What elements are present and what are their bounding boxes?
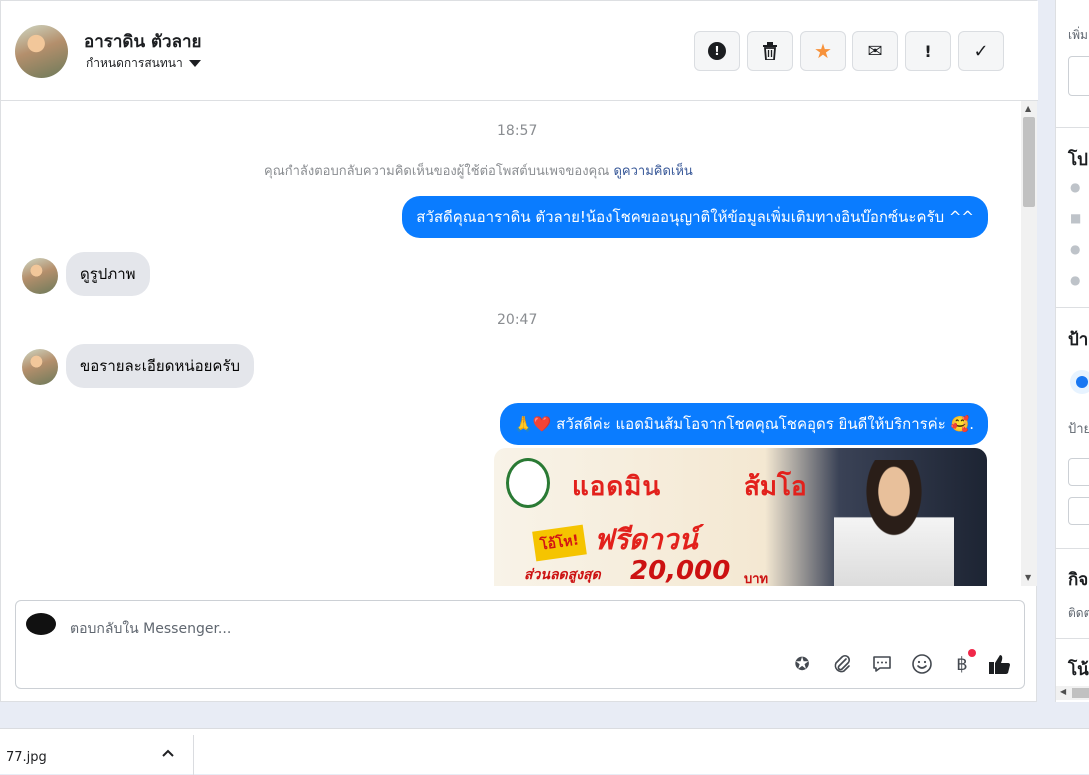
label-text: ป้าย (1068, 422, 1089, 437)
section-heading: กิจ (1068, 570, 1089, 590)
delete-button[interactable] (747, 31, 793, 71)
panel-horizontal-scrollbar[interactable]: ◀ (1056, 686, 1089, 700)
add-label-button[interactable] (1070, 370, 1089, 394)
clock-icon: ● (1070, 180, 1081, 194)
caret-down-icon (188, 60, 201, 67)
promo-title-left: แอดมิน (572, 472, 662, 502)
avatar[interactable] (22, 349, 58, 385)
brand-logo-icon (506, 458, 550, 508)
reply-composer[interactable]: ตอบกลับใน Messenger... ✪ ฿ (15, 600, 1025, 689)
reply-context-notice: คุณกำลังตอบกลับความคิดเห็นของผู้ใช้ต่อโพ… (264, 160, 693, 181)
assign-label: กำหนดการสนทนา (86, 56, 183, 70)
promo-badge: โอ้โห! (532, 524, 587, 562)
avatar[interactable] (15, 25, 68, 78)
avatar[interactable] (22, 258, 58, 294)
emoji-icon[interactable] (909, 651, 935, 677)
panel-button[interactable] (1068, 56, 1089, 96)
scroll-up-icon[interactable]: ▲ (1025, 104, 1031, 113)
timestamp: 20:47 (497, 312, 538, 328)
incoming-message[interactable]: ขอรายละเอียดหน่อยครับ (66, 344, 254, 388)
divider (1056, 548, 1089, 549)
follow-up-button[interactable]: ! (905, 31, 951, 71)
activity-text: ติดต (1068, 606, 1089, 620)
promo-image[interactable]: แอดมิน ส้มโอ โอ้โห! ฟรีดาวน์ ส่วนลดสูงสุ… (494, 448, 987, 586)
reply-input[interactable]: ตอบกลับใน Messenger... (70, 618, 231, 640)
section-heading: ป้า (1068, 330, 1089, 350)
message-thread[interactable]: 18:57 คุณกำลังตอบกลับความคิดเห็นของผู้ใช… (1, 101, 1021, 586)
scroll-down-icon[interactable]: ▼ (1025, 573, 1031, 582)
download-bar: 77.jpg (0, 728, 1089, 775)
check-icon: ✓ (973, 40, 989, 62)
notice-text: คุณกำลังตอบกลับความคิดเห็นของผู้ใช้ต่อโพ… (264, 164, 610, 179)
promo-discount-label: ส่วนลดสูงสุด (524, 567, 601, 583)
trash-icon (763, 42, 777, 60)
chevron-up-icon[interactable] (162, 745, 174, 761)
plus-icon (1076, 376, 1088, 388)
report-spam-button[interactable]: ! (694, 31, 740, 71)
label-input[interactable] (1068, 458, 1089, 486)
scrollbar-thumb[interactable] (1072, 688, 1089, 698)
page-avatar (26, 613, 56, 635)
contact-details-panel: เพิ่ม โป ● ■ ● ● ป้า ป้าย กิจ ติดต โน้ ◀ (1055, 0, 1089, 702)
contact-name[interactable]: อาราดิน ตัวลาย (84, 28, 202, 55)
scroll-left-icon[interactable]: ◀ (1060, 687, 1066, 696)
location-pin-icon: ● (1070, 242, 1081, 256)
divider (1056, 307, 1089, 308)
location-pin-icon: ● (1070, 273, 1081, 287)
promo-title-right: ส้มโอ (744, 472, 807, 502)
add-label-text: เพิ่ม (1068, 28, 1088, 42)
divider (1056, 127, 1089, 128)
chat-bubble-icon[interactable] (869, 651, 895, 677)
conversation-panel: อาราดิน ตัวลาย กำหนดการสนทนา ! ★ ✉ ! ✓ 1… (0, 0, 1038, 702)
divider (193, 735, 194, 775)
star-button[interactable]: ★ (800, 31, 846, 71)
section-heading: โป (1068, 150, 1088, 170)
label-input[interactable] (1068, 497, 1089, 525)
assign-conversation-dropdown[interactable]: กำหนดการสนทนา (86, 54, 201, 73)
view-comment-link[interactable]: ดูความคิดเห็น (613, 164, 692, 179)
envelope-icon: ✉ (867, 40, 883, 62)
notification-dot (968, 649, 976, 657)
download-file-name[interactable]: 77.jpg (6, 750, 47, 765)
alert-circle-icon: ! (708, 42, 726, 60)
incoming-message[interactable]: ดูรูปภาพ (66, 252, 150, 296)
thumbs-up-icon[interactable] (987, 651, 1013, 677)
saved-reply-icon[interactable]: ✪ (789, 651, 815, 677)
scrollbar-thumb[interactable] (1023, 117, 1035, 207)
exclamation-icon: ! (924, 41, 932, 61)
divider (1056, 638, 1089, 639)
mark-done-button[interactable]: ✓ (958, 31, 1004, 71)
promo-person-image (834, 460, 954, 586)
star-icon: ★ (814, 39, 832, 63)
timestamp: 18:57 (497, 123, 538, 139)
outgoing-message[interactable]: 🙏❤️ สวัสดีค่ะ แอดมินส้มโอจากโชคคุณโชคอุด… (500, 403, 988, 445)
promo-amount: 20,000 (630, 556, 731, 586)
outgoing-message[interactable]: สวัสดีคุณอาราดิน ตัวลาย!น้องโชคขออนุญาติ… (402, 196, 988, 238)
mark-unread-button[interactable]: ✉ (852, 31, 898, 71)
attachment-icon[interactable] (829, 651, 855, 677)
briefcase-icon: ■ (1070, 211, 1082, 225)
section-heading: โน้ (1068, 660, 1089, 680)
conversation-header: อาราดิน ตัวลาย กำหนดการสนทนา ! ★ ✉ ! ✓ (1, 1, 1038, 101)
promo-unit: บาท (744, 572, 769, 586)
